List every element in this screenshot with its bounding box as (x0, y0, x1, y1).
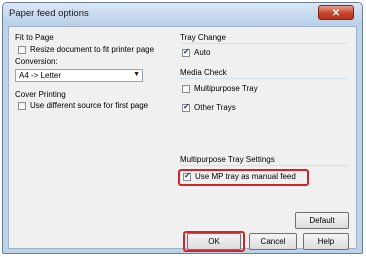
resize-document-checkbox[interactable] (18, 46, 26, 54)
conversion-value: A4 -> Letter (19, 71, 62, 80)
other-trays-checkbox[interactable] (182, 102, 190, 112)
dialog-body: Fit to Page Resize document to fit print… (8, 26, 357, 252)
conversion-select[interactable]: A4 -> Letter ▼ (15, 69, 143, 82)
close-icon: ✕ (331, 8, 341, 19)
multipurpose-tray-label: Multipurpose Tray (194, 84, 258, 93)
fit-to-page-heading: Fit to Page (15, 33, 54, 42)
cancel-button[interactable]: Cancel (249, 233, 297, 250)
different-source-checkbox[interactable] (18, 102, 26, 110)
different-source-label: Use different source for first page (30, 101, 149, 110)
close-button[interactable]: ✕ (318, 5, 354, 20)
default-button[interactable]: Default (295, 212, 349, 229)
chevron-down-icon: ▼ (133, 71, 140, 78)
other-trays-label: Other Trays (194, 103, 236, 112)
dialog-window: Paper feed options ✕ Fit to Page Resize … (2, 2, 363, 254)
conversion-label: Conversion: (15, 57, 58, 66)
help-button[interactable]: Help (303, 233, 349, 250)
separator (180, 165, 348, 166)
tray-change-heading: Tray Change (180, 33, 226, 42)
auto-checkbox[interactable] (182, 47, 190, 57)
ok-button[interactable]: OK (187, 233, 241, 250)
manual-feed-checkbox[interactable] (183, 171, 191, 181)
mp-tray-settings-heading: Multipurpose Tray Settings (180, 155, 275, 164)
resize-document-label: Resize document to fit printer page (30, 45, 155, 54)
separator (180, 43, 348, 44)
auto-label: Auto (194, 48, 211, 57)
manual-feed-label: Use MP tray as manual feed (195, 172, 296, 181)
media-check-heading: Media Check (180, 68, 227, 77)
separator (180, 78, 348, 79)
multipurpose-tray-checkbox[interactable] (182, 85, 190, 93)
cover-printing-heading: Cover Printing (15, 90, 66, 99)
title-bar[interactable]: Paper feed options ✕ (3, 3, 362, 25)
dialog-title: Paper feed options (9, 8, 89, 19)
